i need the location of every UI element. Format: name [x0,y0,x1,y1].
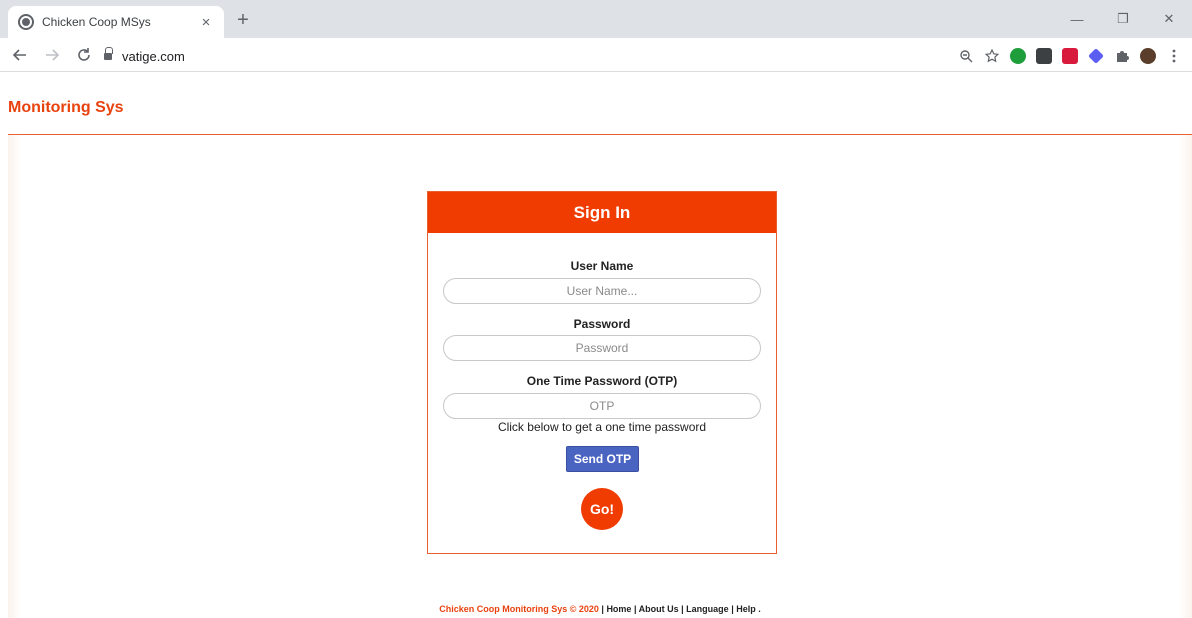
toolbar-right-icons [956,43,1184,69]
close-window-button[interactable]: ✕ [1146,0,1192,38]
footer-about-link[interactable]: About Us [639,604,679,614]
send-otp-button[interactable]: Send OTP [566,446,639,472]
username-input[interactable] [443,278,761,304]
extension-blue-icon[interactable] [1086,46,1106,66]
new-tab-button[interactable]: + [232,10,254,30]
otp-label: One Time Password (OTP) [526,374,678,388]
browser-toolbar: vatige.com [0,38,1192,72]
password-label: Password [573,317,631,331]
footer-help-link[interactable]: Help [736,604,756,614]
menu-kebab-icon[interactable] [1164,46,1184,66]
back-button[interactable] [8,43,32,67]
address-bar[interactable]: vatige.com [104,43,924,69]
extension-package-icon[interactable] [1034,46,1054,66]
page-body: Sign In User Name Password One Time Pass… [8,135,1192,618]
footer-separator: | [631,604,639,614]
tab-title: Chicken Coop MSys [42,15,151,29]
site-header: Monitoring Sys [8,72,1192,135]
signin-header: Sign In [428,192,776,233]
page: Monitoring Sys Sign In User Name Passwor… [0,72,1192,618]
extension-red-icon[interactable] [1060,46,1080,66]
username-label: User Name [570,259,634,273]
zoom-icon[interactable] [956,46,976,66]
password-input[interactable] [443,335,761,361]
footer-language-link[interactable]: Language [686,604,729,614]
footer: Chicken Coop Monitoring Sys © 2020 | Hom… [8,604,1192,614]
browser-tab[interactable]: Chicken Coop MSys × [8,6,224,38]
otp-input[interactable] [443,393,761,419]
profile-avatar-icon[interactable] [1138,46,1158,66]
arrow-left-icon [12,48,26,61]
site-brand[interactable]: Monitoring Sys [8,99,124,117]
footer-home-link[interactable]: Home [606,604,631,614]
otp-hint: Click below to get a one time password [497,420,707,434]
globe-icon [18,14,34,30]
restore-button[interactable]: ❐ [1100,0,1146,38]
url-text: vatige.com [122,48,185,64]
window-controls: — ❐ ✕ [1054,0,1192,38]
signin-title: Sign In [573,202,631,222]
signin-card: Sign In User Name Password One Time Pass… [427,191,777,554]
reload-button[interactable] [72,43,96,67]
extension-green-icon[interactable] [1008,46,1028,66]
tab-close-button[interactable]: × [198,14,214,31]
footer-end: . [755,604,761,614]
go-button[interactable]: Go! [581,488,623,530]
star-icon[interactable] [982,46,1002,66]
minimize-button[interactable]: — [1054,0,1100,38]
footer-brand: Chicken Coop Monitoring Sys © 2020 [439,604,599,614]
forward-button[interactable] [40,43,64,67]
extensions-puzzle-icon[interactable] [1112,46,1132,66]
browser-tabbar: Chicken Coop MSys × + — ❐ ✕ [0,0,1192,38]
lock-icon [104,47,113,61]
arrow-right-icon [46,48,60,61]
reload-icon [78,47,90,61]
